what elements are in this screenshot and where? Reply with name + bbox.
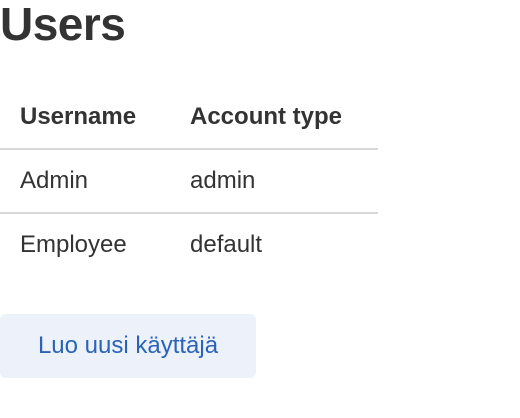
page-title: Users [0, 0, 126, 50]
table-header-row: Username Account type [0, 86, 378, 150]
cell-account-type: admin [190, 167, 256, 194]
cell-account-type: default [170, 212, 378, 276]
column-header-username: Username [0, 86, 170, 150]
cell-username: Admin [20, 167, 89, 194]
cell-username: Employee [0, 212, 170, 276]
table-row: Admin admin [0, 149, 378, 213]
users-page: Users Username Account type Admin admin … [0, 0, 520, 418]
table-row: Employee default [0, 212, 378, 276]
column-header-account-type: Account type [170, 86, 378, 150]
table-body: Admin admin Employee default [0, 149, 378, 276]
create-user-button[interactable]: Luo uusi käyttäjä [0, 314, 256, 378]
table-header: Username Account type [0, 86, 378, 150]
users-table: Username Account type Admin admin Employ… [0, 86, 378, 276]
